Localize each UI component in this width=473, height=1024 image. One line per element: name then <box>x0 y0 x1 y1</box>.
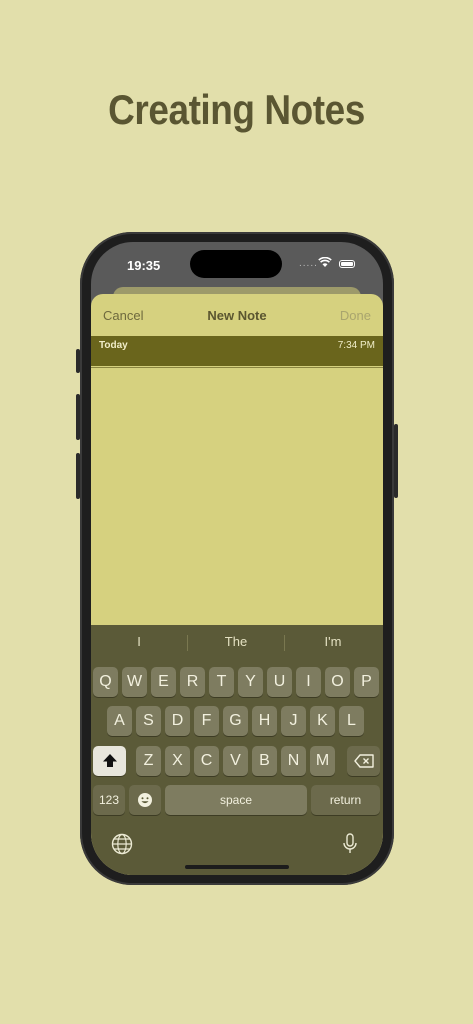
phone-frame: 19:35 ..... Cancel New Note Done Today 7… <box>80 232 394 885</box>
key-b[interactable]: B <box>252 746 277 776</box>
key-w[interactable]: W <box>122 667 147 697</box>
key-n[interactable]: N <box>281 746 306 776</box>
space-key[interactable]: space <box>165 785 307 815</box>
status-bar: 19:35 ..... <box>91 242 383 290</box>
key-v[interactable]: V <box>223 746 248 776</box>
phone-screen: 19:35 ..... Cancel New Note Done Today 7… <box>91 242 383 875</box>
keyboard: I The I'm Q W E R T Y U I O P A S D F G … <box>91 625 383 875</box>
cellular-signal-icon: ..... <box>299 258 318 269</box>
home-indicator[interactable] <box>185 865 289 869</box>
page-headline: Creating Notes <box>108 86 365 133</box>
battery-icon <box>339 260 355 268</box>
key-p[interactable]: P <box>354 667 379 697</box>
key-r[interactable]: R <box>180 667 205 697</box>
note-date-label: Today <box>99 340 128 351</box>
key-z[interactable]: Z <box>136 746 161 776</box>
microphone-icon[interactable] <box>342 833 358 855</box>
key-j[interactable]: J <box>281 706 306 736</box>
key-m[interactable]: M <box>310 746 335 776</box>
key-f[interactable]: F <box>194 706 219 736</box>
key-i[interactable]: I <box>296 667 321 697</box>
key-q[interactable]: Q <box>93 667 118 697</box>
power-button <box>394 424 398 498</box>
return-key[interactable]: return <box>311 785 380 815</box>
backspace-icon <box>353 754 374 768</box>
note-text-area[interactable] <box>91 370 383 625</box>
suggestion-item[interactable]: I'm <box>285 634 381 649</box>
globe-icon[interactable] <box>111 833 133 855</box>
key-t[interactable]: T <box>209 667 234 697</box>
dynamic-island <box>190 250 282 278</box>
shift-arrow-icon <box>102 754 117 767</box>
key-h[interactable]: H <box>252 706 277 736</box>
suggestion-item[interactable]: The <box>188 634 284 649</box>
key-s[interactable]: S <box>136 706 161 736</box>
key-y[interactable]: Y <box>238 667 263 697</box>
nav-bar: Cancel New Note Done <box>91 294 383 336</box>
suggestion-bar: I The I'm <box>91 625 383 659</box>
key-o[interactable]: O <box>325 667 350 697</box>
key-d[interactable]: D <box>165 706 190 736</box>
note-date-header: Today 7:34 PM <box>91 336 383 366</box>
key-a[interactable]: A <box>107 706 132 736</box>
shift-key[interactable] <box>93 746 126 776</box>
emoji-key[interactable] <box>129 785 161 815</box>
status-time: 19:35 <box>127 258 161 273</box>
emoji-icon <box>138 793 152 807</box>
key-e[interactable]: E <box>151 667 176 697</box>
key-x[interactable]: X <box>165 746 190 776</box>
wifi-icon <box>318 257 332 267</box>
key-k[interactable]: K <box>310 706 335 736</box>
key-l[interactable]: L <box>339 706 364 736</box>
backspace-key[interactable] <box>347 746 380 776</box>
suggestion-item[interactable]: I <box>91 634 187 649</box>
key-u[interactable]: U <box>267 667 292 697</box>
divider <box>91 367 383 368</box>
numbers-key[interactable]: 123 <box>93 785 125 815</box>
key-g[interactable]: G <box>223 706 248 736</box>
note-time-label: 7:34 PM <box>337 340 375 351</box>
key-c[interactable]: C <box>194 746 219 776</box>
done-button[interactable]: Done <box>340 308 371 323</box>
